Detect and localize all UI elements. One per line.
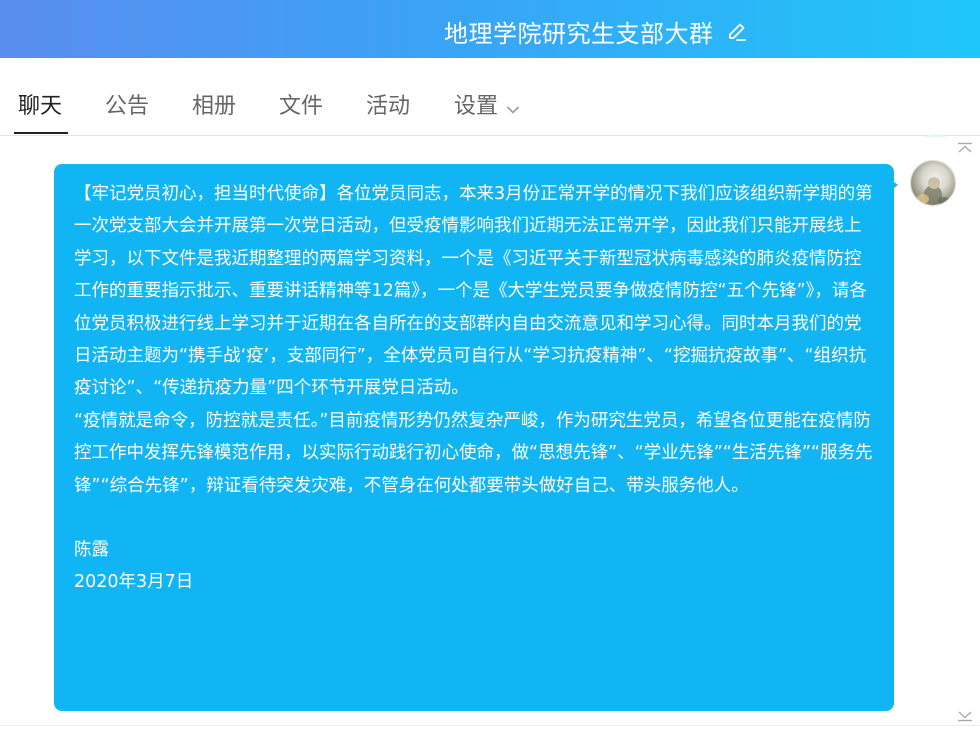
tab-album[interactable]: 相册 (192, 88, 236, 134)
group-title: 地理学院研究生支部大群 (444, 20, 714, 48)
chevron-down-icon (506, 96, 520, 114)
tab-bar: 聊天 公告 相册 文件 活动 设置 (0, 58, 980, 178)
message-paragraph-2: “疫情就是命令，防控就是责任。”目前疫情形势仍然复杂严峻，作为研究生党员，希望各… (74, 410, 873, 496)
chevron-up-icon[interactable] (956, 139, 974, 153)
title-bar: 地理学院研究生支部大群 (0, 0, 980, 58)
chat-area: 【牢记党员初心，担当时代使命】各位党员同志，本来3月份正常开学的情况下我们应该组… (0, 137, 980, 729)
message-date: 2020年3月7日 (74, 572, 194, 593)
title-wrap: 地理学院研究生支部大群 (444, 14, 748, 49)
tab-announcements[interactable]: 公告 (105, 88, 149, 134)
tab-settings[interactable]: 设置 (454, 88, 520, 134)
divider (0, 725, 980, 726)
avatar[interactable] (910, 160, 956, 206)
tab-chat[interactable]: 聊天 (13, 88, 69, 134)
message-paragraph-1: 【牢记党员初心，担当时代使命】各位党员同志，本来3月份正常开学的情况下我们应该组… (74, 184, 873, 399)
tab-settings-label: 设置 (454, 94, 499, 119)
pencil-icon[interactable] (726, 21, 748, 43)
tab-activities[interactable]: 活动 (366, 88, 410, 134)
bubble-tail (890, 179, 898, 191)
tab-files[interactable]: 文件 (279, 88, 323, 134)
message-bubble[interactable]: 【牢记党员初心，担当时代使命】各位党员同志，本来3月份正常开学的情况下我们应该组… (54, 164, 894, 711)
message-signature: 陈露 (74, 540, 109, 561)
chevron-down-icon[interactable] (956, 707, 974, 722)
